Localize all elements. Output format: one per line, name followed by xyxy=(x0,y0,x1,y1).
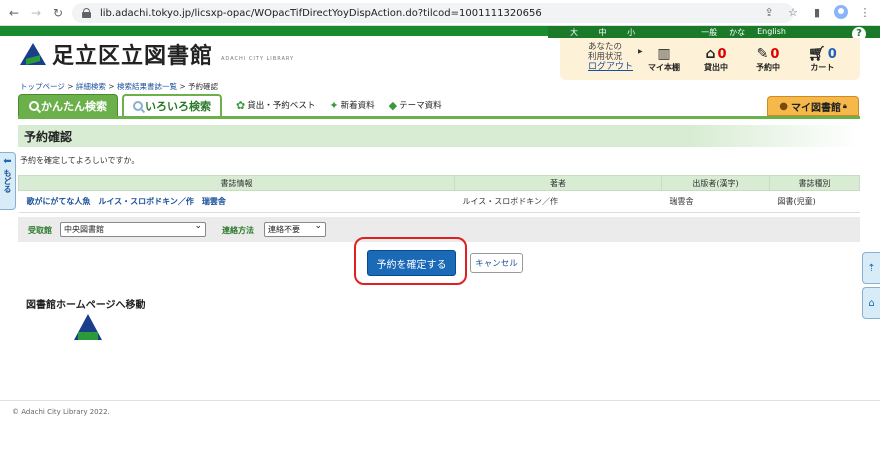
table-row: 歌がにがてな人魚 ルイス・スロボドキン／作 瑞雲舎 ルイス・スロボドキン／作 瑞… xyxy=(18,190,860,213)
col-header-bibliography: 書誌情報 xyxy=(18,175,455,191)
site-name: 足立区立図書館 xyxy=(52,44,214,69)
tab-my-library[interactable]: ● マイ図書館 🔒︎ xyxy=(767,96,859,116)
footer-divider xyxy=(0,400,880,401)
bookshelf-icon: ▥ xyxy=(657,46,671,62)
contact-label: 連絡方法 xyxy=(222,226,254,235)
home-side-button[interactable]: ⌂ xyxy=(862,287,880,319)
page-title: 予約確認 xyxy=(24,130,73,144)
table-header-row: 書誌情報 著者 出版者(漢字) 書誌種別 xyxy=(18,175,860,191)
site-name-en: ADACHI CITY LIBRARY xyxy=(221,56,295,62)
borrowed-count: 0 xyxy=(717,47,727,62)
url-text[interactable]: lib.adachi.tokyo.jp/licsxp-opac/WOpacTif… xyxy=(100,8,542,19)
cell-title: 歌がにがてな人魚 ルイス・スロボドキン／作 瑞雲舎 xyxy=(18,190,455,213)
logout-link[interactable]: ログアウト xyxy=(588,62,633,72)
tab-new[interactable]: ✦ 新着資料 xyxy=(329,94,374,116)
confirm-reservation-button[interactable]: 予約を確定する xyxy=(367,250,456,276)
reserved-button[interactable]: ✎ 0 予約中 xyxy=(756,46,780,73)
col-header-type: 書誌種別 xyxy=(769,175,860,191)
menu-kebab-icon[interactable]: ⋮ xyxy=(858,5,872,21)
cart-icon: 🛒︎ xyxy=(808,46,826,62)
tab-simple-search[interactable]: かんたん検索 xyxy=(18,94,118,116)
lang-english[interactable]: English xyxy=(757,27,786,38)
font-size-large[interactable]: 大 xyxy=(570,28,578,37)
pickup-library-select[interactable]: 中央図書館 xyxy=(60,220,206,237)
col-header-author: 著者 xyxy=(454,175,662,191)
site-logo[interactable]: 足立区立図書館 ADACHI CITY LIBRARY xyxy=(20,38,294,70)
lang-kana[interactable]: かな xyxy=(729,27,745,38)
page-title-bar: 予約確認 xyxy=(18,125,860,147)
address-bar[interactable]: lib.adachi.tokyo.jp/licsxp-opac/WOpacTif… xyxy=(72,3,794,23)
tag-icon: ◆ xyxy=(388,98,398,112)
my-shelf-button[interactable]: ▥ マイ本棚 xyxy=(648,46,680,73)
library-home-link[interactable]: 図書館ホームページへ移動 xyxy=(26,296,146,311)
reserved-count: 0 xyxy=(770,47,780,62)
col-header-publisher: 出版者(漢字) xyxy=(661,175,770,191)
back-side-button[interactable]: ⬅ もどる xyxy=(0,152,16,210)
reserve-book-icon: ✎ xyxy=(756,46,769,62)
breadcrumb-top[interactable]: トップページ xyxy=(20,82,65,91)
house-icon: ⌂ xyxy=(705,46,716,62)
search-icon xyxy=(133,101,143,111)
cancel-button[interactable]: キャンセル xyxy=(470,253,523,273)
arrow-up-icon: ⇡ xyxy=(867,262,876,274)
lock-icon: 🔒︎ xyxy=(843,101,847,110)
ribbon-icon: ✿ xyxy=(236,98,246,112)
copyright: © Adachi City Library 2022. xyxy=(12,408,110,416)
breadcrumb-results[interactable]: 検索結果書誌一覧 xyxy=(117,82,177,91)
tab-best[interactable]: ✿ 貸出・予約ベスト xyxy=(236,94,315,116)
pickup-label: 受取館 xyxy=(28,226,52,235)
sidepanel-icon[interactable]: ▮ xyxy=(810,5,824,21)
reload-icon[interactable]: ↻ xyxy=(50,5,66,21)
browser-toolbar: ← → ↻ lib.adachi.tokyo.jp/licsxp-opac/WO… xyxy=(0,0,880,26)
breadcrumb-current: 予約確認 xyxy=(188,82,219,91)
share-icon[interactable]: ⇪ xyxy=(762,5,776,21)
breadcrumb-detail[interactable]: 詳細検索 xyxy=(76,82,106,91)
confirm-message: 予約を確定してよろしいですか。 xyxy=(20,156,140,165)
reservation-table: 書誌情報 著者 出版者(漢字) 書誌種別 歌がにがてな人魚 ルイス・スロボドキン… xyxy=(18,175,860,213)
borrowed-button[interactable]: ⌂ 0 貸出中 xyxy=(704,46,728,73)
tab-advanced-search[interactable]: いろいろ検索 xyxy=(122,94,222,116)
caret-right-icon: ▶ xyxy=(638,48,643,55)
cell-publisher: 瑞雲舎 xyxy=(661,190,770,213)
person-icon: ● xyxy=(779,100,788,112)
font-size-medium[interactable]: 中 xyxy=(599,28,607,37)
library-logo-icon xyxy=(20,41,46,67)
lock-icon[interactable] xyxy=(82,8,91,18)
breadcrumb: トップページ > 詳細検索 > 検索結果書誌一覧 > 予約確認 xyxy=(20,82,219,91)
library-logo-icon[interactable] xyxy=(74,314,102,342)
profile-avatar-icon[interactable] xyxy=(834,5,848,19)
forward-arrow-icon[interactable]: → xyxy=(28,5,44,21)
font-size-small[interactable]: 小 xyxy=(627,28,635,37)
usage-status[interactable]: あなたの 利用状況 ログアウト xyxy=(588,42,633,72)
cart-button[interactable]: 🛒︎ 0 カート xyxy=(808,46,837,73)
cell-author: ルイス・スロボドキン／作 xyxy=(454,190,662,213)
search-icon xyxy=(29,100,39,111)
cell-type: 図書(児童) xyxy=(769,190,860,213)
bookmark-star-icon[interactable]: ☆ xyxy=(786,5,800,21)
tab-theme[interactable]: ◆ テーマ資料 xyxy=(389,94,442,116)
scroll-top-button[interactable]: ⇡ xyxy=(862,252,880,284)
tab-underline xyxy=(18,116,860,119)
arrow-left-icon: ⬅ xyxy=(3,156,12,167)
sparkle-icon: ✦ xyxy=(329,98,339,112)
house-icon: ⌂ xyxy=(868,297,875,309)
lang-general[interactable]: 一般 xyxy=(701,27,717,38)
book-title-link[interactable]: 歌がにがてな人魚 ルイス・スロボドキン／作 瑞雲舎 xyxy=(27,197,226,206)
cart-count: 0 xyxy=(827,47,837,62)
back-arrow-icon[interactable]: ← xyxy=(6,5,22,21)
utility-bar: 大 中 小 一般 かな English xyxy=(548,26,880,38)
search-tabs: かんたん検索 いろいろ検索 ✿ 貸出・予約ベスト ✦ 新着資料 ◆ テーマ資料 xyxy=(18,94,442,116)
account-panel: あなたの 利用状況 ログアウト ▶ ▥ マイ本棚 ⌂ 0 貸出中 ✎ 0 予約中 🛒… xyxy=(560,38,860,80)
contact-method-select[interactable]: 連絡不要 xyxy=(264,220,326,237)
